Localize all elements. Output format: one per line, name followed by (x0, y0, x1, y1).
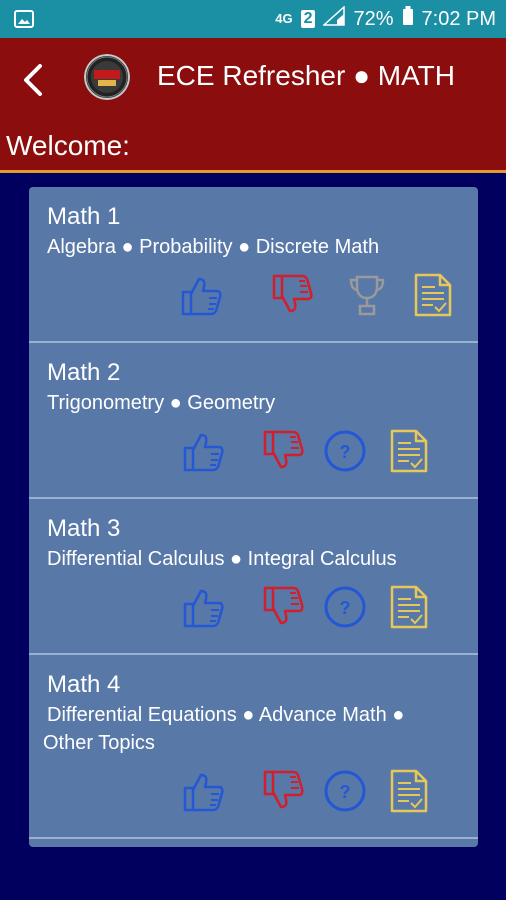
thumbs-down-icon[interactable] (270, 273, 314, 322)
card-subtitle-line2: Other Topics (43, 732, 155, 754)
battery-icon (402, 6, 414, 32)
thumbs-up-icon[interactable] (181, 585, 225, 634)
card-subtitle-line1: Differential Equations ● Advance Math ● (47, 704, 405, 726)
clock: 7:02 PM (421, 7, 496, 30)
page-title: ECE Refresher ● MATH (157, 60, 456, 91)
card-subtitle: Algebra ● Probability ● Discrete Math (47, 236, 380, 258)
back-arrow-icon[interactable] (18, 62, 48, 103)
help-icon[interactable]: ? (323, 769, 367, 818)
network-label: 4G (275, 11, 293, 26)
signal-icon (322, 5, 346, 32)
trophy-icon[interactable] (347, 273, 387, 322)
app-bar: ECE Refresher ● MATH Welcome: (0, 38, 506, 173)
subject-list: Math 1 Algebra ● Probability ● Discrete … (29, 187, 478, 847)
help-icon[interactable]: ? (323, 585, 367, 634)
thumbs-up-icon[interactable] (181, 429, 225, 478)
thumbs-up-icon[interactable] (179, 273, 223, 322)
card-subtitle: Trigonometry ● Geometry (47, 392, 276, 414)
card-title: Math 3 (47, 515, 121, 542)
help-icon[interactable]: ? (323, 429, 367, 478)
svg-text:?: ? (340, 598, 351, 618)
thumbs-down-icon[interactable] (261, 585, 305, 634)
notes-icon[interactable] (389, 769, 429, 818)
battery-percent: 72% (353, 7, 394, 30)
subject-card[interactable]: Math 1 Algebra ● Probability ● Discrete … (29, 187, 478, 343)
card-subtitle: Differential Calculus ● Integral Calculu… (47, 548, 397, 570)
svg-text:?: ? (340, 782, 351, 802)
welcome-label: Welcome: (6, 130, 130, 161)
card-title: Math 1 (47, 203, 121, 230)
notes-icon[interactable] (389, 585, 429, 634)
notes-icon[interactable] (389, 429, 429, 478)
subject-card[interactable]: Math 4 Differential Equations ● Advance … (29, 655, 478, 839)
subject-card[interactable]: Math 3 Differential Calculus ● Integral … (29, 499, 478, 655)
thumbs-down-icon[interactable] (261, 769, 305, 818)
svg-text:?: ? (340, 442, 351, 462)
card-title: Math 4 (47, 671, 121, 698)
status-bar: 4G 2 72% 7:02 PM (0, 0, 506, 38)
app-logo (84, 54, 130, 100)
thumbs-down-icon[interactable] (261, 429, 305, 478)
card-title: Math 2 (47, 359, 121, 386)
gallery-icon (14, 10, 34, 33)
notes-icon[interactable] (413, 273, 453, 322)
sim-badge: 2 (300, 10, 316, 28)
thumbs-up-icon[interactable] (181, 769, 225, 818)
subject-card[interactable]: Math 2 Trigonometry ● Geometry ? (29, 343, 478, 499)
